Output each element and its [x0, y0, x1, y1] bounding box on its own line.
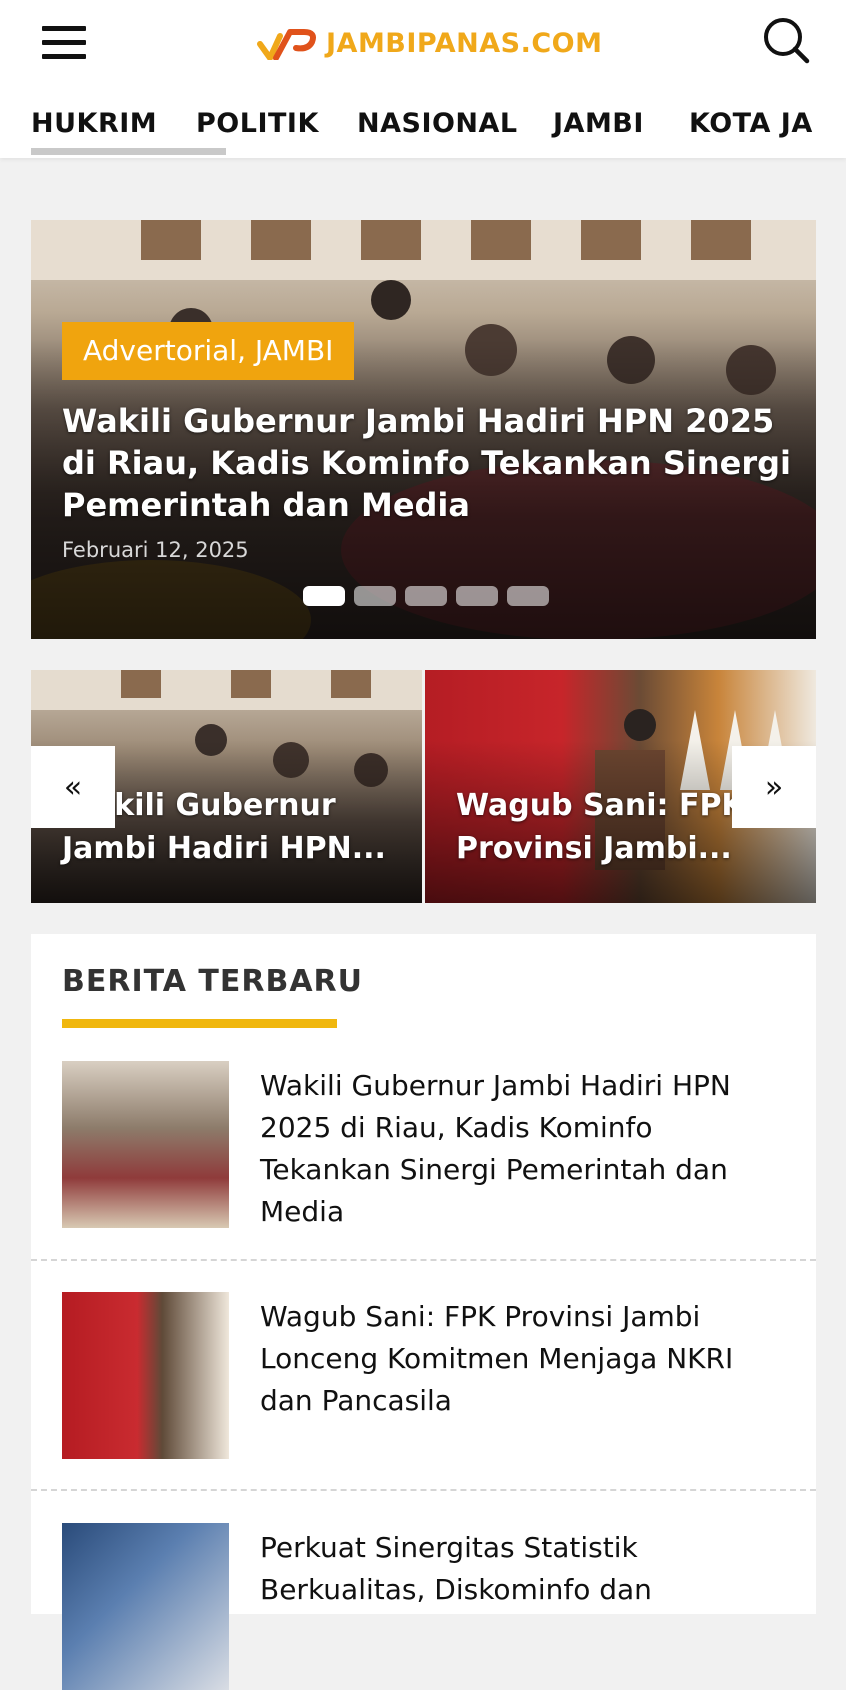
hamburger-icon	[42, 26, 86, 31]
slider-dot-5[interactable]	[507, 586, 549, 606]
slider-dot-4[interactable]	[456, 586, 498, 606]
logo-text: JAMBIPANAS.COM	[326, 27, 603, 59]
hamburger-menu-button[interactable]	[36, 20, 92, 66]
nav-item-hukrim[interactable]: HUKRIM	[31, 108, 157, 139]
nav-item-nasional[interactable]: NASIONAL	[357, 108, 518, 139]
slider-dot-1[interactable]	[303, 586, 345, 606]
hamburger-bar	[42, 54, 86, 59]
list-divider	[31, 1489, 816, 1491]
category-nav: HUKRIM POLITIK NASIONAL JAMBI KOTA JAMBI	[0, 92, 846, 158]
section-heading: BERITA TERBARU	[62, 964, 364, 999]
hero-category-badge[interactable]: Advertorial, JAMBI	[62, 322, 355, 380]
site-logo[interactable]: JAMBIPANAS.COM	[256, 22, 602, 64]
logo-mark-icon	[257, 29, 316, 60]
news-title[interactable]: Wagub Sani: FPK Provinsi Jambi Lonceng K…	[260, 1296, 790, 1422]
slider-dot-2[interactable]	[354, 586, 396, 606]
hamburger-bar	[42, 40, 86, 45]
news-carousel: Wakili Gubernur Jambi Hadiri HPN... Wagu…	[31, 670, 816, 903]
news-thumbnail[interactable]	[62, 1523, 229, 1690]
nav-item-politik[interactable]: POLITIK	[196, 108, 319, 139]
featured-slider[interactable]: Advertorial, JAMBI Wakili Gubernur Jambi…	[31, 220, 816, 639]
slider-dot-3[interactable]	[405, 586, 447, 606]
slider-pagination	[303, 586, 549, 606]
search-icon	[764, 18, 810, 64]
search-button[interactable]	[762, 16, 812, 66]
nav-item-jambi[interactable]: JAMBI	[553, 108, 644, 139]
nav-active-indicator	[31, 148, 226, 155]
site-header: JAMBIPANAS.COM HUKRIM POLITIK NASIONAL J…	[0, 0, 846, 158]
carousel-next-button[interactable]: »	[732, 746, 816, 828]
heading-underline	[62, 1019, 337, 1028]
news-thumbnail[interactable]	[62, 1061, 229, 1228]
carousel-prev-button[interactable]: «	[31, 746, 115, 828]
hero-title[interactable]: Wakili Gubernur Jambi Hadiri HPN 2025 di…	[62, 400, 792, 526]
news-title[interactable]: Wakili Gubernur Jambi Hadiri HPN 2025 di…	[260, 1065, 790, 1233]
hero-date: Februari 12, 2025	[62, 538, 249, 562]
list-divider	[31, 1259, 816, 1261]
latest-news-section: BERITA TERBARU Wakili Gubernur Jambi Had…	[31, 934, 816, 1690]
news-thumbnail[interactable]	[62, 1292, 229, 1459]
news-title[interactable]: Perkuat Sinergitas Statistik Berkualitas…	[260, 1527, 790, 1611]
nav-overflow-mask	[815, 92, 846, 158]
